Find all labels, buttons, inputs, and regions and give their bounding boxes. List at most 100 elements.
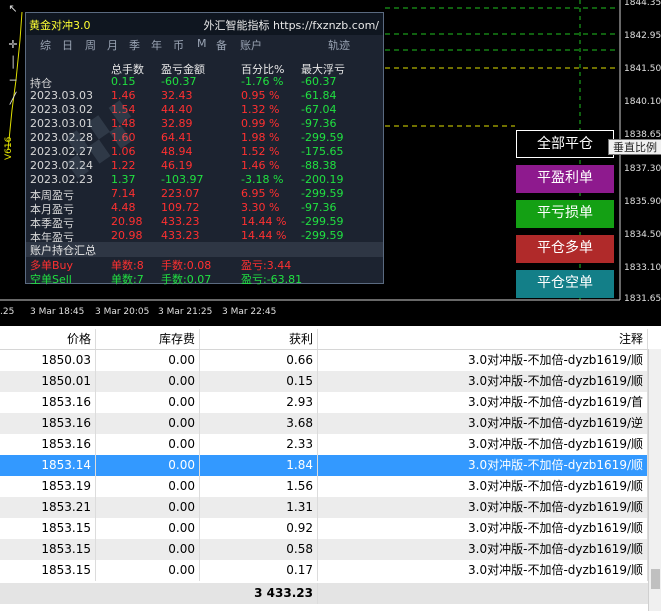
close-buy-button[interactable]: 平仓多单 xyxy=(516,235,614,263)
panel-title: 黄金对冲3.0 xyxy=(29,19,91,32)
cell-profit: 3.68 xyxy=(200,413,318,434)
col-swap[interactable]: 库存费 xyxy=(96,329,200,349)
horizontal-line-icon[interactable]: ─ xyxy=(6,74,20,88)
table-row[interactable]: 1853.16 0.00 3.68 3.0对冲版-不加倍-dyzb1619/逆 xyxy=(0,413,661,434)
table-row[interactable]: 1853.15 0.00 0.17 3.0对冲版-不加倍-dyzb1619/顺 xyxy=(0,560,661,581)
cell-profit: 1.56 xyxy=(200,476,318,497)
tab-track[interactable]: 轨迹 xyxy=(328,37,350,53)
price-chart[interactable]: 1844.35 1842.95 1841.50 1840.10 1838.65 … xyxy=(0,0,661,326)
cell-swap: 0.00 xyxy=(96,392,200,413)
row-pnl: 48.94 xyxy=(161,145,193,158)
panel-row: 本季盈亏 20.98 433.23 14.44 % -299.59 xyxy=(26,215,383,230)
row-pct: 1.98 % xyxy=(241,131,280,144)
table-row[interactable]: 1850.03 0.00 0.66 3.0对冲版-不加倍-dyzb1619/顺 xyxy=(0,350,661,371)
panel-header-row: 总手数 盈亏金额 百分比% 最大浮亏 xyxy=(26,61,383,76)
row-lots: 1.54 xyxy=(111,103,136,116)
price-tick: 1844.35 xyxy=(624,0,661,8)
tab-month[interactable]: 月 xyxy=(107,37,118,53)
row-maxdd: -97.36 xyxy=(301,117,337,130)
price-tick: 1831.65 xyxy=(624,294,661,304)
panel-row: 持仓 0.15 -60.37 -1.76 % -60.37 xyxy=(26,75,383,90)
cell-comment: 3.0对冲版-不加倍-dyzb1619/顺 xyxy=(318,518,648,539)
row-pnl: 433.23 xyxy=(161,229,200,242)
row-pnl: 223.07 xyxy=(161,187,200,200)
panel-row: 2023.02.28 1.60 64.41 1.98 % -299.59 xyxy=(26,131,383,146)
table-scrollbar[interactable] xyxy=(648,349,661,611)
hedge-panel: 黄金对冲3.0 外汇智能指标 https://fxznzb.com/ 综 日 周… xyxy=(25,12,384,286)
trendline-icon[interactable]: ╱ xyxy=(6,92,20,106)
cell-profit: 2.33 xyxy=(200,434,318,455)
table-row[interactable]: 1850.01 0.00 0.15 3.0对冲版-不加倍-dyzb1619/顺 xyxy=(0,371,661,392)
row-label: 2023.02.23 xyxy=(30,173,93,186)
row-pnl: 32.89 xyxy=(161,117,193,130)
cell-price: 1853.16 xyxy=(0,392,96,413)
cell-swap: 0.00 xyxy=(96,497,200,518)
tab-day[interactable]: 日 xyxy=(62,37,73,53)
row-lots: 1.22 xyxy=(111,159,136,172)
cell-price: 1853.19 xyxy=(0,476,96,497)
price-tick: 1835.90 xyxy=(624,197,661,207)
col-profit[interactable]: 获利 xyxy=(200,329,318,349)
tab-year[interactable]: 年 xyxy=(151,37,162,53)
table-row[interactable]: 1853.21 0.00 1.31 3.0对冲版-不加倍-dyzb1619/顺 xyxy=(0,497,661,518)
crosshair-icon[interactable]: ✛ xyxy=(6,38,20,52)
close-loss-button[interactable]: 平亏损单 xyxy=(516,200,614,228)
cell-swap: 0.00 xyxy=(96,371,200,392)
close-sell-button[interactable]: 平仓空单 xyxy=(516,270,614,298)
col-price[interactable]: 价格 xyxy=(0,329,96,349)
cell-profit: 0.17 xyxy=(200,560,318,581)
cell-comment: 3.0对冲版-不加倍-dyzb1619/顺 xyxy=(318,560,648,581)
row-pct: 3.30 % xyxy=(241,201,280,214)
row-pct: 1.52 % xyxy=(241,145,280,158)
row-maxdd: -67.04 xyxy=(301,103,337,116)
close-all-button[interactable]: 全部平仓 xyxy=(516,130,614,158)
row-pct: -1.76 % xyxy=(241,75,284,88)
row-pnl: 433.23 xyxy=(161,215,200,228)
row-maxdd: -88.38 xyxy=(301,159,337,172)
tab-week[interactable]: 周 xyxy=(85,37,96,53)
row-lots: 20.98 xyxy=(111,229,143,242)
table-row[interactable]: 1853.19 0.00 1.56 3.0对冲版-不加倍-dyzb1619/顺 xyxy=(0,476,661,497)
cell-comment: 3.0对冲版-不加倍-dyzb1619/顺 xyxy=(318,539,648,560)
cell-profit: 1.31 xyxy=(200,497,318,518)
table-row[interactable]: 1853.16 0.00 2.33 3.0对冲版-不加倍-dyzb1619/顺 xyxy=(0,434,661,455)
cell-swap: 0.00 xyxy=(96,518,200,539)
row-lots: 0.15 xyxy=(111,75,136,88)
panel-brand[interactable]: 外汇智能指标 https://fxznzb.com/ xyxy=(203,17,379,33)
col-comment[interactable]: 注释 xyxy=(318,329,648,349)
cell-swap: 0.00 xyxy=(96,413,200,434)
cell-price: 1853.21 xyxy=(0,497,96,518)
row-maxdd: -97.36 xyxy=(301,201,337,214)
table-row[interactable]: 1853.14 0.00 1.84 3.0对冲版-不加倍-dyzb1619/顺 xyxy=(0,455,661,476)
tab-summary[interactable]: 综 xyxy=(40,37,51,53)
total-row: 3 433.23 xyxy=(0,583,661,604)
time-tick: 3 Mar 22:45 xyxy=(222,307,277,317)
cell-comment: 3.0对冲版-不加倍-dyzb1619/顺 xyxy=(318,455,648,476)
tab-currency[interactable]: 币 xyxy=(173,37,184,53)
tab-account[interactable]: 账户 xyxy=(240,37,262,53)
row-lots: 20.98 xyxy=(111,215,143,228)
row-label: 2023.02.24 xyxy=(30,159,93,172)
table-row[interactable]: 1853.15 0.00 0.58 3.0对冲版-不加倍-dyzb1619/顺 xyxy=(0,539,661,560)
vertical-line-icon[interactable]: │ xyxy=(6,56,20,70)
panel-row: 2023.02.24 1.22 46.19 1.46 % -88.38 xyxy=(26,159,383,174)
row-maxdd: -60.37 xyxy=(301,75,337,88)
table-row[interactable]: 1853.16 0.00 2.93 3.0对冲版-不加倍-dyzb1619/首 xyxy=(0,392,661,413)
row-lots: 1.37 xyxy=(111,173,136,186)
row-lots: 7.14 xyxy=(111,187,136,200)
cell-swap: 0.00 xyxy=(96,455,200,476)
scrollbar-thumb[interactable] xyxy=(651,569,660,589)
tab-m[interactable]: M xyxy=(197,37,207,50)
close-profit-button[interactable]: 平盈利单 xyxy=(516,165,614,193)
cell-swap: 0.00 xyxy=(96,539,200,560)
tab-quarter[interactable]: 季 xyxy=(129,37,140,53)
row-pnl: 32.43 xyxy=(161,89,193,102)
row-maxdd: -299.59 xyxy=(301,187,344,200)
table-row[interactable]: 1853.15 0.00 0.92 3.0对冲版-不加倍-dyzb1619/顺 xyxy=(0,518,661,539)
row-label: 2023.02.27 xyxy=(30,145,93,158)
price-tick: 1834.50 xyxy=(624,230,661,240)
cell-swap: 0.00 xyxy=(96,476,200,497)
cell-profit: 1.84 xyxy=(200,455,318,476)
cursor-icon[interactable]: ↖ xyxy=(6,2,20,16)
tab-backup[interactable]: 备 xyxy=(216,37,227,53)
